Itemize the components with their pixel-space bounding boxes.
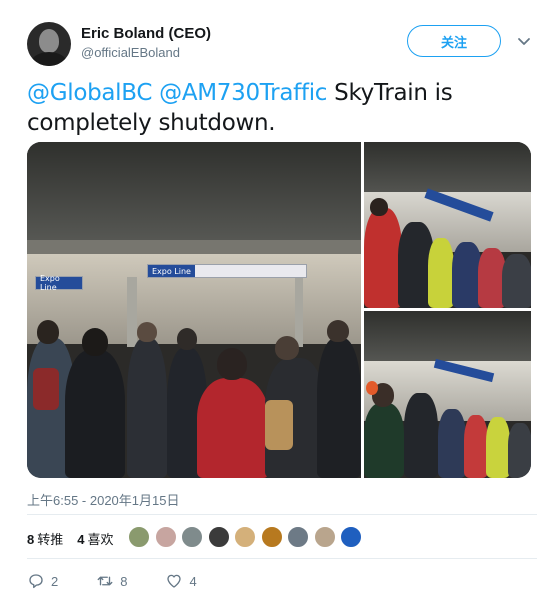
liker-avatar[interactable]: [260, 526, 283, 548]
retweets-count: 8: [27, 531, 35, 547]
liker-avatar[interactable]: [340, 526, 362, 548]
person: [217, 348, 247, 380]
person: [137, 322, 157, 342]
retweets-label: 转推: [37, 531, 64, 547]
reply-count: 2: [51, 573, 59, 589]
sign-label-small: Expo Line: [36, 274, 82, 292]
photo-railing: [27, 240, 361, 254]
person: [127, 338, 167, 478]
person: [197, 378, 269, 478]
person: [177, 328, 197, 350]
station-sign-small: Expo Line: [35, 274, 83, 292]
person: [508, 423, 531, 478]
person: [370, 198, 388, 216]
liker-avatar[interactable]: [234, 526, 256, 548]
backpack: [33, 368, 59, 410]
person: [364, 403, 404, 478]
photo-crowd: [364, 198, 531, 308]
person: [438, 409, 466, 478]
likes-stat[interactable]: 4 喜欢: [77, 529, 113, 548]
mention-link[interactable]: @AM730Traffic: [159, 80, 327, 106]
liker-avatar[interactable]: [128, 526, 150, 548]
reply-button[interactable]: 2: [27, 572, 58, 590]
mention-link[interactable]: @GlobalBC: [27, 80, 152, 106]
heart-icon: [167, 574, 182, 588]
author-name[interactable]: Eric Boland (CEO): [81, 25, 211, 42]
liker-avatar[interactable]: [154, 526, 177, 548]
person: [404, 393, 438, 478]
station-sign: Expo Line: [147, 264, 307, 278]
red-hat: [366, 381, 378, 395]
photo-top-right[interactable]: [364, 142, 531, 308]
person: [65, 350, 125, 478]
avatar-face: [39, 29, 59, 53]
tweet-actions: 2 8 4: [27, 570, 235, 592]
backpack: [265, 400, 293, 450]
avatar-shoulders: [31, 52, 67, 66]
person: [317, 338, 361, 478]
tweet-timestamp[interactable]: 上午6:55 - 2020年1月15日: [27, 490, 179, 509]
liker-avatar[interactable]: [181, 526, 203, 548]
divider: [27, 514, 537, 515]
person: [428, 238, 454, 308]
photo-ceiling: [27, 142, 361, 252]
retweet-button[interactable]: 8: [96, 572, 127, 590]
reply-icon: [29, 574, 43, 589]
tweet-stats: 8 转推 4 喜欢: [27, 525, 128, 551]
photo-bottom-right[interactable]: [364, 311, 531, 478]
likes-label: 喜欢: [87, 531, 114, 547]
tweet-text: @GlobalBC @AM730Traffic SkyTrain is comp…: [27, 78, 537, 138]
media-grid: Expo Line Expo Line: [27, 142, 531, 478]
photo-crowd: [27, 308, 361, 478]
person: [502, 254, 531, 308]
person: [464, 415, 488, 478]
liker-avatars: [128, 526, 367, 550]
chevron-down-icon[interactable]: [516, 33, 532, 49]
person: [275, 336, 299, 360]
person: [486, 417, 510, 478]
likes-count: 4: [77, 531, 85, 547]
retweets-stat[interactable]: 8 转推: [27, 529, 63, 548]
liker-avatar[interactable]: [207, 526, 230, 548]
like-button[interactable]: 4: [165, 572, 197, 590]
person: [364, 208, 402, 308]
author-avatar[interactable]: [27, 22, 71, 66]
photo-main[interactable]: Expo Line Expo Line: [27, 142, 361, 478]
person: [327, 320, 349, 342]
sign-label: Expo Line: [148, 265, 195, 277]
retweet-count: 8: [120, 573, 128, 589]
follow-button[interactable]: 关注: [407, 25, 501, 57]
retweet-icon: [97, 576, 113, 586]
person: [82, 328, 108, 356]
person: [37, 320, 59, 344]
like-count: 4: [189, 573, 197, 589]
tweet-header: Eric Boland (CEO) @officialEBoland 关注: [27, 22, 537, 66]
divider: [27, 558, 537, 559]
photo-crowd: [364, 373, 531, 478]
liker-avatar[interactable]: [287, 526, 309, 548]
author-handle[interactable]: @officialEBoland: [81, 45, 180, 60]
liker-avatar[interactable]: [313, 526, 336, 548]
